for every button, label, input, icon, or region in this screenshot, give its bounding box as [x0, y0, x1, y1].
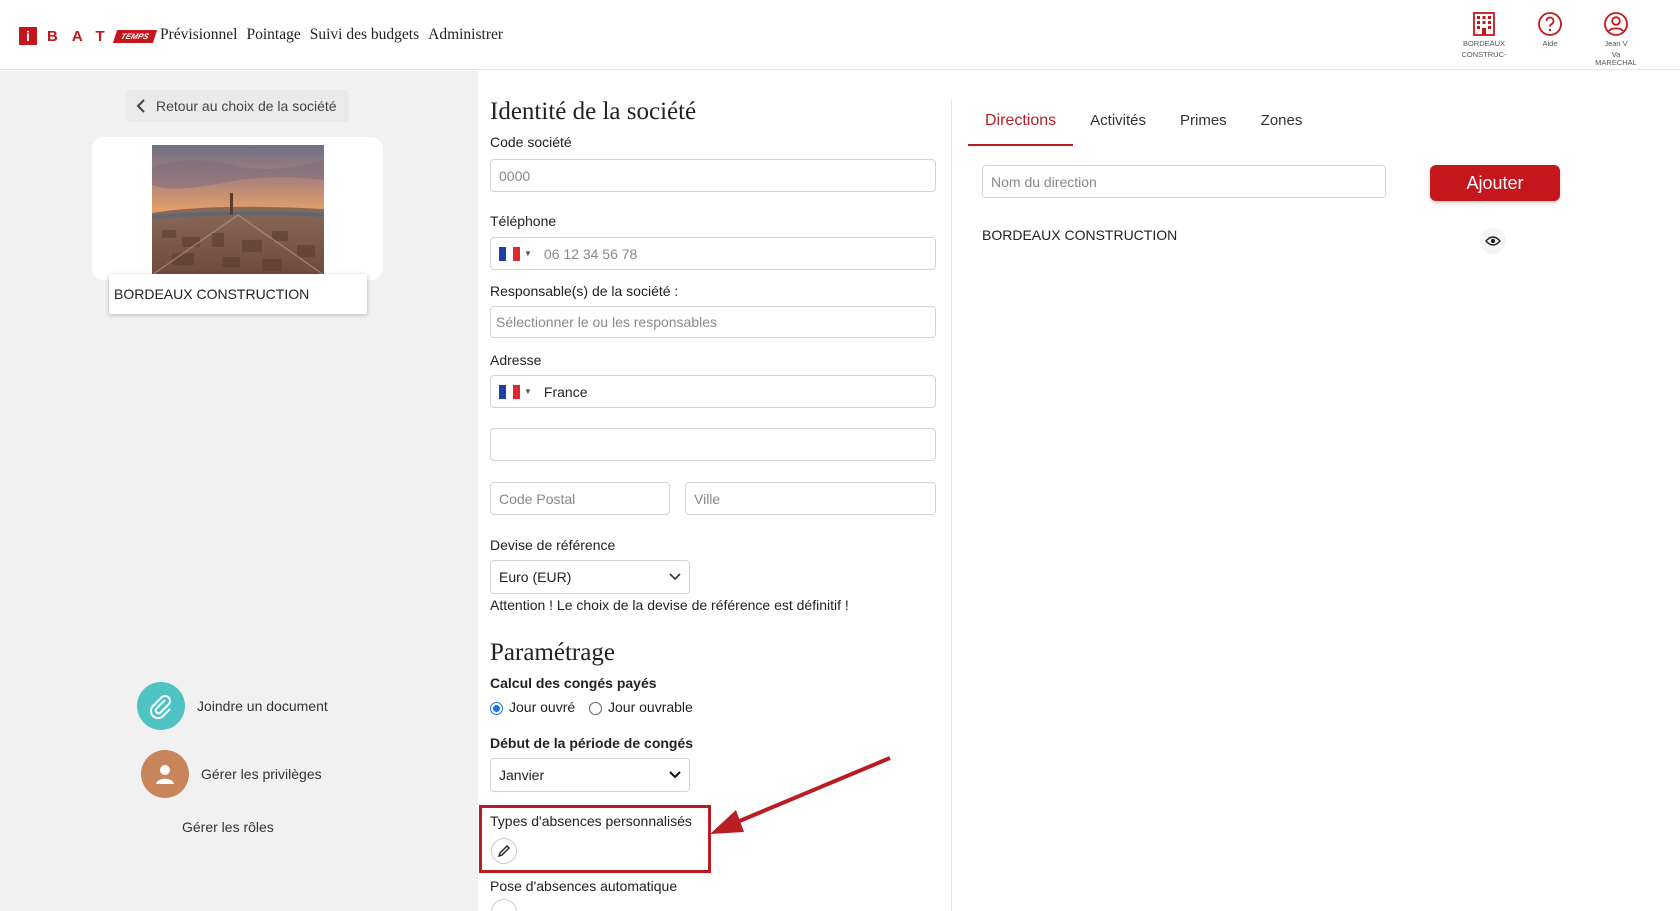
nav-administrer[interactable]: Administrer: [428, 26, 503, 44]
logo-text: BAT: [47, 27, 119, 45]
chevron-down-icon: [669, 771, 681, 779]
tab-zones[interactable]: Zones: [1244, 100, 1320, 146]
annotation-arrow: [710, 756, 891, 834]
company-switch-button[interactable]: BORDEAUX CONSTRUC-: [1460, 11, 1508, 67]
city-input[interactable]: Ville: [685, 482, 936, 515]
address-label: Adresse: [490, 352, 542, 368]
right-tabs: Directions Activités Primes Zones: [968, 100, 1319, 146]
pencil-icon: [497, 845, 510, 858]
auto-absences-label: Pose d'absences automatique: [490, 878, 678, 894]
building-icon: [1473, 12, 1495, 36]
radio-jour-ouvrable[interactable]: Jour ouvrable: [589, 699, 693, 715]
identity-title: Identité de la société: [490, 98, 697, 125]
logo-i-mark: i: [19, 27, 37, 45]
help-button[interactable]: Aide: [1526, 11, 1574, 67]
logo-tag: TEMPS: [112, 29, 157, 43]
user-caption-2: Va MARECHAL: [1595, 50, 1637, 67]
nav-suivi-budgets[interactable]: Suivi des budgets: [310, 26, 419, 44]
company-name-label: BORDEAUX CONSTRUCTION: [109, 274, 367, 314]
responsables-label: Responsable(s) de la société :: [490, 283, 679, 299]
user-avatar-icon: [141, 750, 189, 798]
country-input[interactable]: ▼ France: [490, 375, 936, 408]
help-icon: [1538, 12, 1562, 36]
nav-pointage[interactable]: Pointage: [247, 26, 301, 44]
currency-select[interactable]: Euro (EUR): [490, 560, 690, 594]
radio-checked-icon[interactable]: [490, 701, 503, 715]
chevron-down-icon: [669, 573, 681, 581]
nav-previsionnel[interactable]: Prévisionnel: [160, 26, 238, 44]
leave-start-label: Début de la période de congés: [490, 735, 694, 751]
user-caption-1: Jean V: [1604, 39, 1628, 48]
manage-privileges-label: Gérer les privilèges: [201, 766, 322, 782]
eye-icon: [1485, 236, 1501, 246]
caret-down-icon[interactable]: ▼: [524, 387, 532, 396]
radio-jour-ouvrable-label: Jour ouvrable: [608, 699, 693, 715]
view-direction-button[interactable]: [1480, 228, 1506, 254]
chevron-left-icon: [136, 99, 145, 113]
code-label: Code société: [490, 134, 572, 150]
leave-calc-label: Calcul des congés payés: [490, 675, 657, 691]
left-panel: Retour au choix de la société BORDEAUX C…: [0, 71, 478, 911]
radio-unchecked-icon[interactable]: [589, 701, 602, 715]
responsables-select[interactable]: Sélectionner le ou les responsables: [490, 306, 936, 338]
code-input[interactable]: 0000: [490, 159, 936, 192]
phone-placeholder: 06 12 34 56 78: [543, 245, 638, 262]
add-direction-button[interactable]: Ajouter: [1430, 165, 1560, 201]
custom-absences-label: Types d'absences personnalisés: [490, 813, 692, 829]
main-nav: Prévisionnel Pointage Suivi des budgets …: [160, 26, 503, 44]
country-value: France: [543, 383, 588, 400]
manage-privileges-button[interactable]: Gérer les privilèges: [141, 750, 322, 798]
edit-custom-absences-button[interactable]: [491, 838, 517, 864]
company-caption-1: BORDEAUX: [1462, 39, 1506, 48]
france-flag-icon[interactable]: [499, 384, 520, 399]
company-photo: [152, 145, 324, 275]
manage-roles-label: Gérer les rôles: [182, 819, 274, 835]
user-icon: [1604, 12, 1628, 36]
vertical-divider: [951, 100, 952, 911]
currency-value: Euro (EUR): [499, 569, 572, 585]
company-caption-2: CONSTRUC-: [1461, 50, 1507, 59]
phone-label: Téléphone: [490, 213, 557, 229]
top-header: i BAT TEMPS Prévisionnel Pointage Suivi …: [0, 0, 1680, 70]
ibat-logo[interactable]: i BAT TEMPS: [19, 27, 157, 45]
manage-roles-button[interactable]: Gérer les rôles: [182, 819, 274, 835]
header-icons: BORDEAUX CONSTRUC- Aide Jean V Va MARECH…: [1460, 11, 1640, 67]
user-menu-button[interactable]: Jean V Va MARECHAL: [1592, 11, 1640, 67]
leave-start-select[interactable]: Janvier: [490, 758, 690, 792]
tab-directions[interactable]: Directions: [968, 100, 1074, 146]
params-title: Paramétrage: [490, 639, 615, 666]
help-caption: Aide: [1542, 39, 1558, 48]
tab-activites[interactable]: Activités: [1073, 100, 1163, 146]
auto-absences-button[interactable]: [491, 899, 517, 911]
back-label: Retour au choix de la société: [156, 98, 337, 114]
paperclip-icon: [137, 682, 185, 730]
france-flag-icon[interactable]: [499, 246, 520, 261]
attach-document-button[interactable]: Joindre un document: [137, 682, 328, 730]
radio-jour-ouvre[interactable]: Jour ouvré: [490, 699, 575, 715]
direction-item: BORDEAUX CONSTRUCTION: [982, 227, 1178, 243]
currency-warning: Attention ! Le choix de la devise de réf…: [490, 597, 849, 613]
attach-document-label: Joindre un document: [197, 698, 328, 714]
direction-name-input[interactable]: Nom du direction: [982, 165, 1386, 198]
leave-start-value: Janvier: [499, 767, 545, 783]
tab-primes[interactable]: Primes: [1163, 100, 1244, 146]
back-to-company-button[interactable]: Retour au choix de la société: [126, 90, 349, 122]
postal-code-input[interactable]: Code Postal: [490, 482, 670, 515]
phone-input[interactable]: ▼ 06 12 34 56 78: [490, 237, 936, 270]
address-street-input[interactable]: [490, 428, 936, 461]
radio-jour-ouvre-label: Jour ouvré: [509, 699, 576, 715]
caret-down-icon[interactable]: ▼: [524, 249, 532, 258]
currency-label: Devise de référence: [490, 537, 616, 553]
